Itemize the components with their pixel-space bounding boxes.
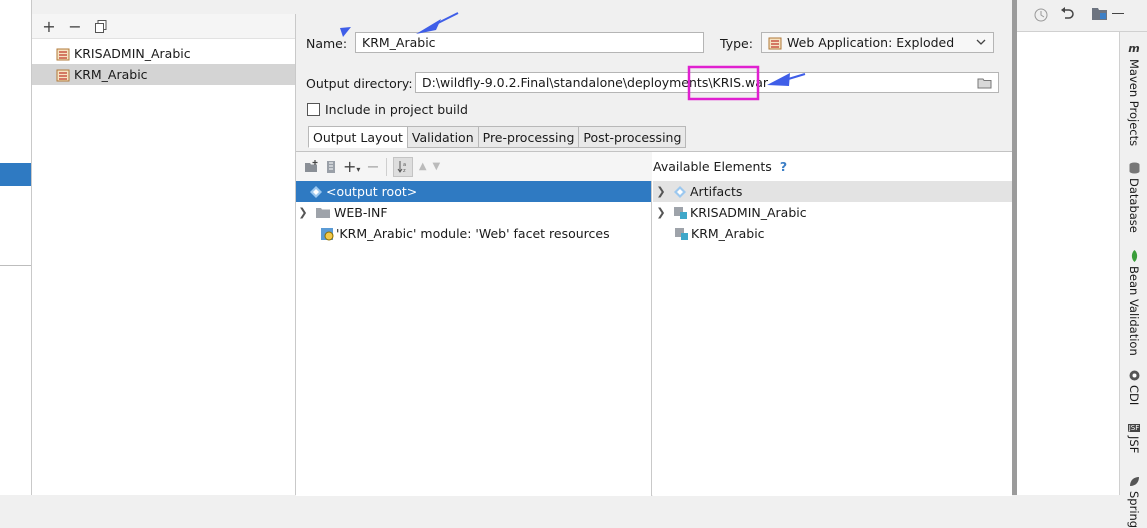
tool-tab-label: Spring: [1127, 491, 1141, 528]
annotation-arrow: [340, 27, 351, 37]
tool-tab-label: JSF: [1127, 436, 1141, 454]
tool-tab-label: CDI: [1127, 385, 1141, 406]
tab-maven-projects[interactable]: m Maven Projects: [1120, 42, 1147, 146]
cdi-icon: [1129, 370, 1140, 381]
tab-jsf[interactable]: JSF JSF: [1120, 424, 1147, 453]
annotation-overlay: [340, 12, 806, 101]
tab-database[interactable]: Database: [1120, 162, 1147, 233]
editor-background: [1012, 32, 1119, 495]
database-icon: [1129, 162, 1140, 174]
annotation-arrow: [416, 19, 441, 34]
undo-icon[interactable]: [1060, 7, 1074, 21]
tool-tab-label: Maven Projects: [1127, 59, 1141, 147]
tool-tab-label: Bean Validation: [1127, 266, 1141, 356]
jsf-icon: JSF: [1127, 424, 1141, 432]
project-structure-icon[interactable]: [1092, 7, 1108, 21]
ide-toolbar: [1012, 0, 1147, 32]
spring-icon: [1129, 476, 1140, 487]
tab-cdi[interactable]: CDI: [1120, 370, 1147, 405]
history-icon[interactable]: [1034, 8, 1048, 22]
toolbar-separator: [1112, 13, 1124, 14]
tab-spring[interactable]: Spring: [1120, 476, 1147, 528]
annotation-arrow: [767, 73, 790, 86]
ide-right-tool-strip: m Maven Projects Database Bean Validatio…: [1119, 32, 1147, 528]
bean-validation-icon: [1129, 250, 1140, 262]
tool-tab-label: Database: [1127, 178, 1141, 233]
annotation-highlight-box: [687, 65, 760, 101]
tab-bean-validation[interactable]: Bean Validation: [1120, 250, 1147, 356]
window-shadow-edge: [1012, 0, 1017, 495]
maven-icon: m: [1128, 42, 1140, 55]
